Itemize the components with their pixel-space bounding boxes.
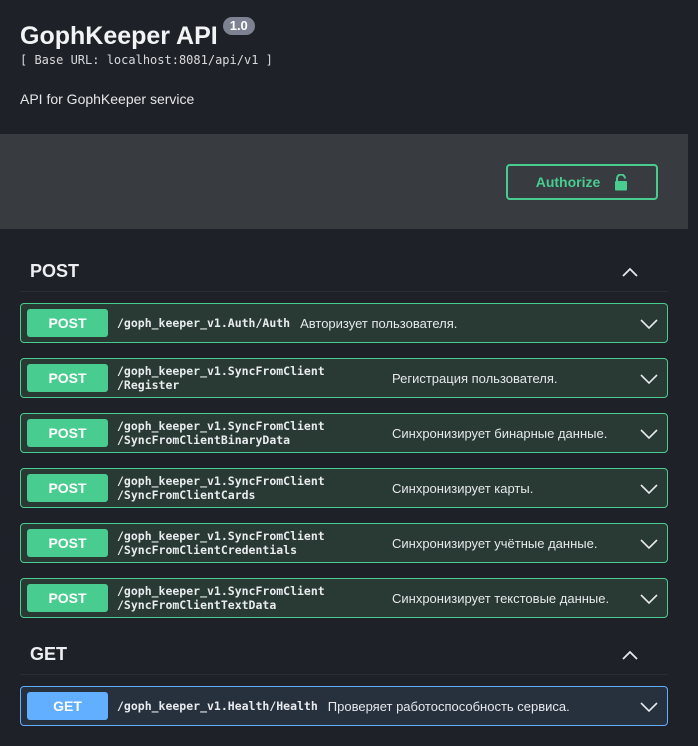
title-row: GophKeeper API 1.0	[20, 17, 255, 51]
operation-path: /goph_keeper_v1.Health/Health	[117, 699, 318, 713]
method-badge: POST	[27, 529, 108, 557]
operation-path: /goph_keeper_v1.SyncFromClient/SyncFromC…	[117, 529, 383, 557]
path-line-1: /goph_keeper_v1.SyncFromClient	[117, 529, 325, 543]
operation-path: /goph_keeper_v1.SyncFromClient/SyncFromC…	[117, 584, 383, 612]
operation-summary: Синхронизирует текстовые данные.	[392, 590, 610, 606]
chevron-down-icon[interactable]	[639, 479, 659, 499]
operation-post-auth[interactable]: POST /goph_keeper_v1.Auth/Auth Авторизуе…	[20, 303, 668, 343]
section-tag: GET	[30, 644, 68, 664]
method-badge: POST	[27, 309, 108, 337]
api-title: GophKeeper API	[20, 22, 218, 50]
operation-post-credentials[interactable]: POST /goph_keeper_v1.SyncFromClient/Sync…	[20, 523, 668, 563]
chevron-up-icon[interactable]	[618, 643, 642, 667]
version-badge: 1.0	[222, 17, 255, 35]
scheme-container: Authorize	[0, 134, 688, 229]
path-line-2: /SyncFromClientCards	[117, 488, 256, 502]
authorize-label: Authorize	[535, 174, 601, 190]
section-tag: POST	[30, 261, 80, 281]
path-line-2: /SyncFromClientCredentials	[117, 543, 298, 557]
path-line-2: /SyncFromClientTextData	[117, 598, 277, 612]
operation-post-cards[interactable]: POST /goph_keeper_v1.SyncFromClient/Sync…	[20, 468, 668, 508]
operation-path: /goph_keeper_v1.Auth/Auth	[117, 316, 291, 330]
operation-post-text-data[interactable]: POST /goph_keeper_v1.SyncFromClient/Sync…	[20, 578, 668, 618]
operation-summary: Авторизует пользователя.	[300, 315, 458, 331]
operation-get-health[interactable]: GET /goph_keeper_v1.Health/Health Провер…	[20, 686, 668, 726]
authorize-button[interactable]: Authorize	[506, 164, 658, 200]
operation-summary: Проверяет работоспособность сервиса.	[327, 698, 570, 714]
operation-post-register[interactable]: POST /goph_keeper_v1.SyncFromClient/Regi…	[20, 358, 668, 398]
chevron-down-icon[interactable]	[639, 534, 659, 554]
path-line-2: /SyncFromClientBinaryData	[117, 433, 291, 447]
path-line-1: /goph_keeper_v1.SyncFromClient	[117, 474, 325, 488]
chevron-down-icon[interactable]	[639, 589, 659, 609]
path-line-1: /goph_keeper_v1.SyncFromClient	[117, 584, 325, 598]
section-post-header[interactable]: POST	[20, 252, 668, 292]
method-badge: POST	[27, 364, 108, 392]
unlock-icon	[615, 173, 628, 190]
base-url: [ Base URL: localhost:8081/api/v1 ]	[20, 53, 273, 67]
chevron-down-icon[interactable]	[639, 697, 659, 717]
method-badge: POST	[27, 584, 108, 612]
operation-path: /goph_keeper_v1.SyncFromClient/Register	[117, 364, 383, 392]
operation-summary: Синхронизирует бинарные данные.	[392, 425, 608, 441]
chevron-down-icon[interactable]	[639, 424, 659, 444]
operation-post-binary-data[interactable]: POST /goph_keeper_v1.SyncFromClient/Sync…	[20, 413, 668, 453]
operation-path: /goph_keeper_v1.SyncFromClient/SyncFromC…	[117, 419, 383, 447]
path-line-2: /Register	[117, 378, 180, 392]
chevron-up-icon[interactable]	[618, 260, 642, 284]
api-info: GophKeeper API 1.0 [ Base URL: localhost…	[0, 0, 698, 134]
chevron-down-icon[interactable]	[639, 369, 659, 389]
method-badge: POST	[27, 474, 108, 502]
method-badge: GET	[27, 692, 108, 720]
operation-summary: Синхронизирует карты.	[392, 480, 534, 496]
method-badge: POST	[27, 419, 108, 447]
api-description: API for GophKeeper service	[20, 91, 195, 107]
operation-summary: Синхронизирует учётные данные.	[392, 535, 598, 551]
path-line-1: /goph_keeper_v1.SyncFromClient	[117, 419, 325, 433]
chevron-down-icon[interactable]	[639, 314, 659, 334]
operation-path: /goph_keeper_v1.SyncFromClient/SyncFromC…	[117, 474, 383, 502]
section-get-header[interactable]: GET	[20, 635, 668, 675]
path-line-1: /goph_keeper_v1.SyncFromClient	[117, 364, 325, 378]
operation-summary: Регистрация пользователя.	[392, 370, 558, 386]
